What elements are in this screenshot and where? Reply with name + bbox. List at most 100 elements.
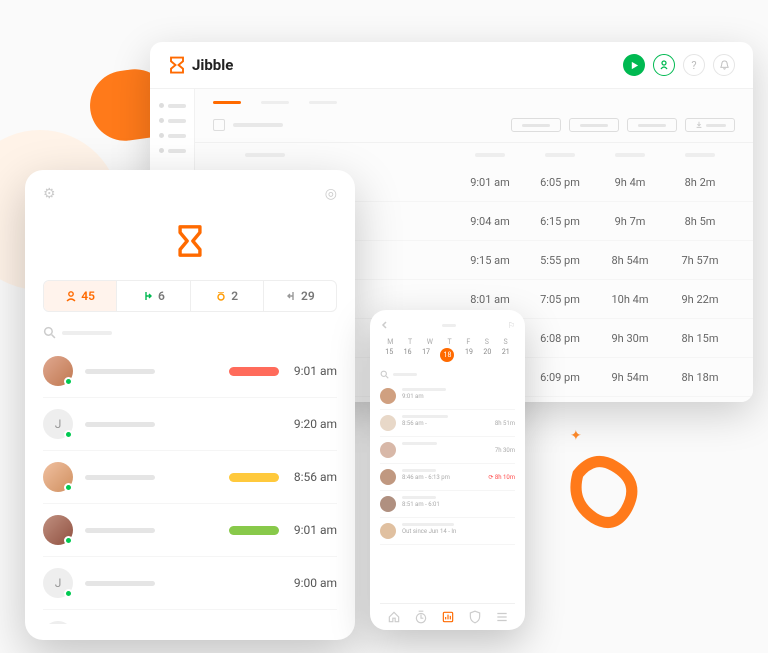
- sidebar-item[interactable]: [159, 103, 186, 108]
- report-icon[interactable]: [441, 610, 455, 624]
- list-item[interactable]: J 9:10 am: [43, 610, 337, 624]
- item-time: 8:51 am - 6:01: [402, 501, 440, 508]
- sidebar-item[interactable]: [159, 148, 186, 153]
- list-item[interactable]: J 9:20 am: [43, 398, 337, 451]
- filter-button[interactable]: [627, 118, 677, 132]
- filter-button[interactable]: [569, 118, 619, 132]
- weekday: S: [485, 338, 489, 346]
- item-time: 8:46 am - 6:13 pm: [402, 474, 450, 481]
- weekday: T: [448, 338, 452, 346]
- status-bar: [229, 367, 279, 376]
- item-name: [402, 388, 446, 391]
- avatar: J: [43, 568, 73, 598]
- item-name: [402, 442, 437, 445]
- list-item[interactable]: J 9:00 am: [43, 557, 337, 610]
- help-button[interactable]: ?: [683, 54, 705, 76]
- weekday: M: [387, 338, 393, 346]
- item-name: [85, 422, 155, 427]
- avatar: [43, 462, 73, 492]
- avatar: [43, 515, 73, 545]
- list-item[interactable]: 8:51 am - 6:01: [380, 491, 515, 518]
- list-item[interactable]: 8:56 am: [43, 451, 337, 504]
- cell-dur2: 8h 5m: [665, 215, 735, 228]
- out-icon: [285, 290, 297, 302]
- brand: Jibble: [168, 56, 233, 74]
- status-bar: [229, 420, 279, 429]
- item-time: 8:56 am -: [402, 420, 427, 427]
- avatar: [380, 469, 396, 485]
- phone-title: [442, 324, 456, 327]
- weekday: S: [504, 338, 508, 346]
- item-time: 9:01 am: [402, 393, 424, 400]
- column-headers: [195, 143, 753, 163]
- stat-in[interactable]: 6: [117, 281, 190, 311]
- stat-value: 45: [81, 289, 95, 303]
- home-icon[interactable]: [387, 610, 401, 624]
- brand-name: Jibble: [192, 56, 233, 74]
- export-button[interactable]: [685, 118, 735, 132]
- date-cell[interactable]: 17: [422, 348, 430, 362]
- tablet-list: 9:01 am J 9:20 am 8:56 am 9:01 am J 9:00…: [43, 345, 337, 624]
- item-name: [85, 475, 155, 480]
- avatar: J: [43, 409, 73, 439]
- avatar: [380, 388, 396, 404]
- item-duration: 7h 30m: [495, 447, 515, 454]
- cell-out: 6:09 pm: [525, 371, 595, 384]
- list-item[interactable]: 9:01 am: [43, 345, 337, 398]
- break-icon: [215, 290, 227, 302]
- shield-icon[interactable]: [468, 610, 482, 624]
- tablet-window: 45 6 2 29 9:01 am J 9:20 am 8:56 am: [25, 170, 355, 640]
- weekday: W: [427, 338, 433, 346]
- stat-out[interactable]: 29: [264, 281, 336, 311]
- locate-icon[interactable]: [325, 186, 337, 202]
- cell-out: 5:55 pm: [525, 254, 595, 267]
- settings-icon[interactable]: [43, 186, 56, 202]
- date-cell[interactable]: 21: [502, 348, 510, 362]
- list-item[interactable]: Out since Jun 14 - In: [380, 518, 515, 545]
- sidebar-item[interactable]: [159, 118, 186, 123]
- date-cell[interactable]: 18: [440, 348, 454, 362]
- avatar: J: [43, 621, 73, 624]
- list-item[interactable]: 7h 30m: [380, 437, 515, 464]
- item-duration: ⟳ 8h 10m: [488, 474, 515, 481]
- item-name: [85, 528, 155, 533]
- date-cell[interactable]: 19: [465, 348, 473, 362]
- filter-row: [195, 104, 753, 143]
- tab-row: [195, 89, 753, 104]
- phone-list: 9:01 am 8:56 am - 8h 51m 7h 30m 8:46 am …: [380, 383, 515, 603]
- search-icon: [43, 326, 56, 339]
- stat-people[interactable]: 45: [44, 281, 117, 311]
- list-item[interactable]: 8:56 am - 8h 51m: [380, 410, 515, 437]
- checkbox[interactable]: [213, 119, 225, 131]
- menu-icon[interactable]: [495, 610, 509, 624]
- cell-in: 9:04 am: [455, 215, 525, 228]
- phone-search[interactable]: [380, 370, 515, 379]
- item-name: [402, 496, 436, 499]
- stat-break[interactable]: 2: [191, 281, 264, 311]
- item-duration: 8h 51m: [495, 420, 515, 427]
- timer-icon[interactable]: [414, 610, 428, 624]
- list-item[interactable]: 9:01 am: [43, 504, 337, 557]
- item-name: [402, 415, 448, 418]
- stat-value: 6: [158, 289, 165, 303]
- hourglass-icon: [173, 224, 207, 258]
- date-cell[interactable]: 15: [385, 348, 393, 362]
- search-bar[interactable]: [43, 326, 337, 339]
- cell-dur2: 8h 2m: [665, 176, 735, 189]
- filter-button[interactable]: [511, 118, 561, 132]
- date-row: 15 16 17 18 19 20 21: [380, 348, 515, 362]
- date-cell[interactable]: 20: [483, 348, 491, 362]
- item-name: [85, 581, 155, 586]
- list-item[interactable]: 9:01 am: [380, 383, 515, 410]
- play-button[interactable]: [623, 54, 645, 76]
- notifications-button[interactable]: [713, 54, 735, 76]
- user-status-icon[interactable]: [653, 54, 675, 76]
- chevron-left-icon[interactable]: [380, 320, 390, 330]
- date-cell[interactable]: 16: [404, 348, 412, 362]
- list-item[interactable]: 8:46 am - 6:13 pm ⟳ 8h 10m: [380, 464, 515, 491]
- sidebar-item[interactable]: [159, 133, 186, 138]
- flag-icon[interactable]: [508, 321, 515, 330]
- item-time: Out since Jun 14 - In: [402, 528, 456, 535]
- filter-label: [233, 123, 283, 127]
- phone-top-bar: [380, 320, 515, 330]
